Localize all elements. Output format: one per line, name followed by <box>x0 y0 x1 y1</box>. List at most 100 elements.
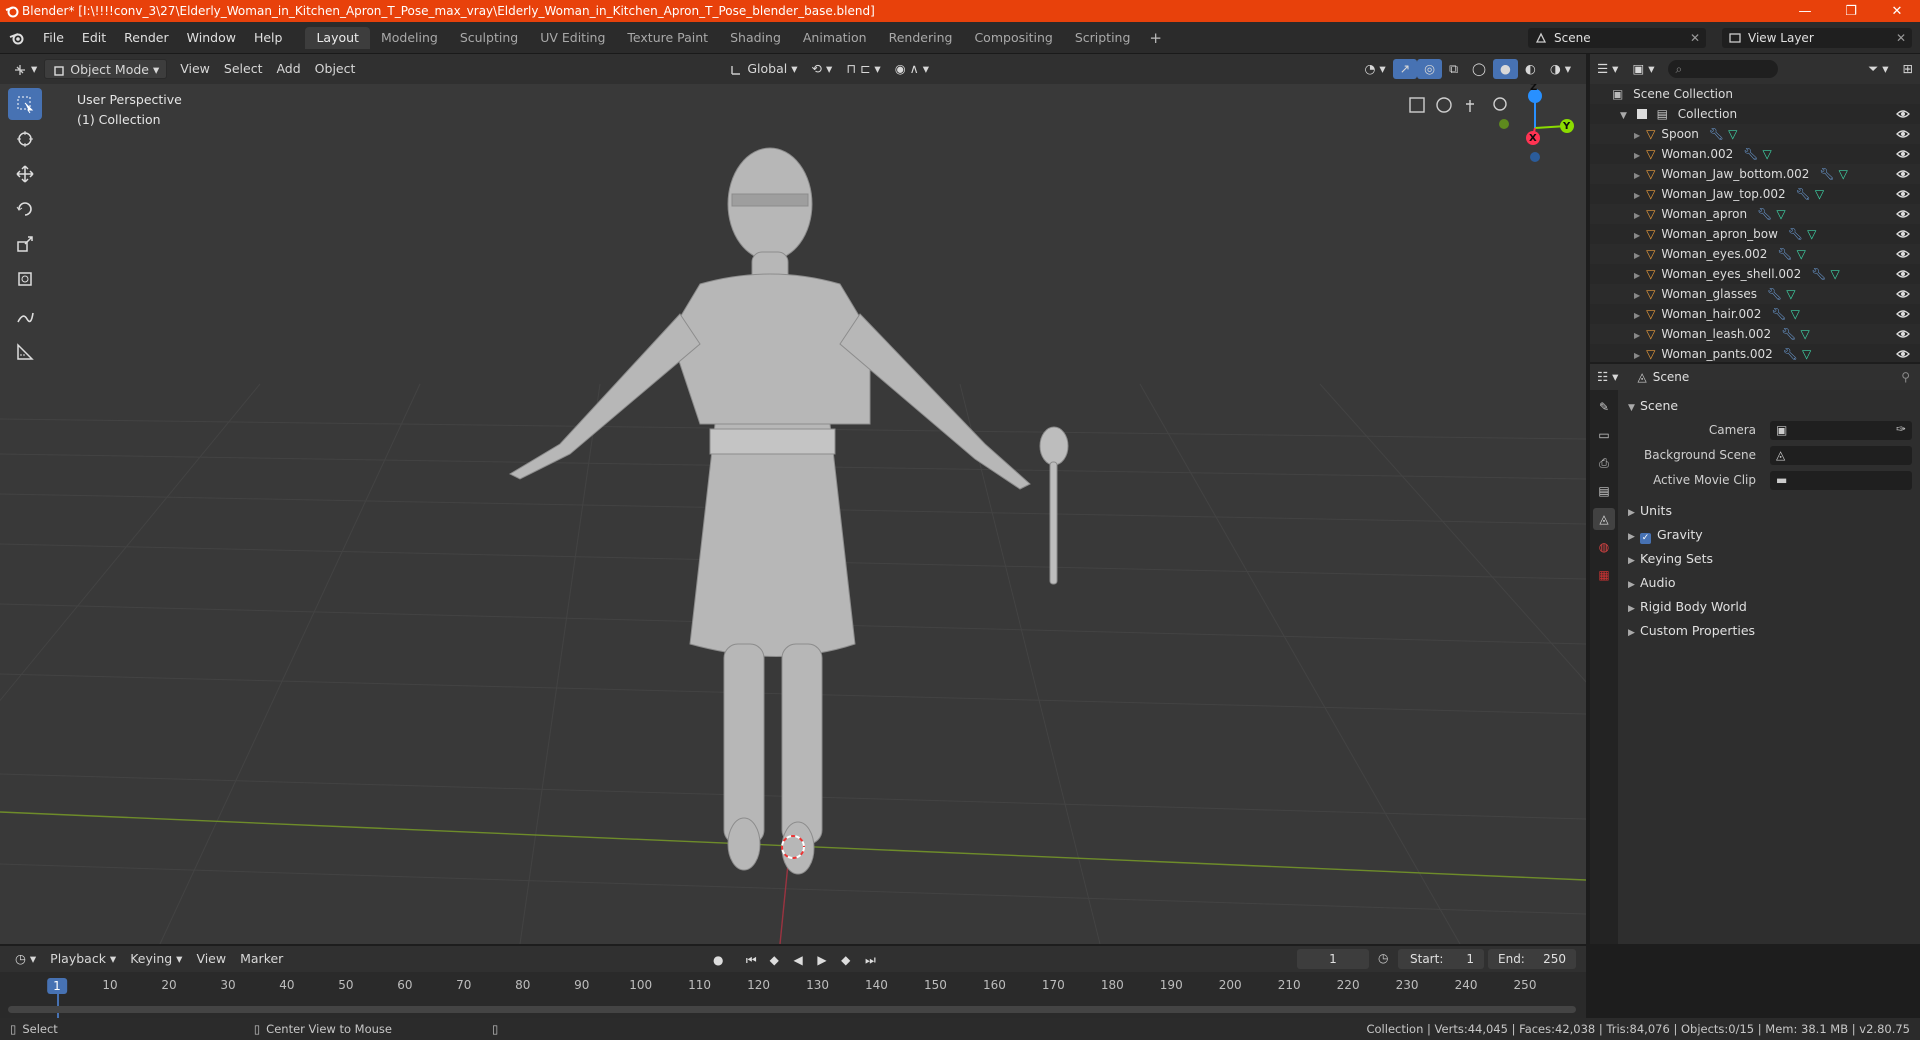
start-frame-field[interactable]: Start: 1 <box>1398 949 1484 969</box>
outliner-object-row[interactable]: ▶ ▽ Woman_glasses 🔧︎ ▽ <box>1590 284 1920 304</box>
menu-help[interactable]: Help <box>245 27 292 49</box>
mesh-data-icon[interactable]: ▽ <box>1800 327 1809 341</box>
play-reverse-icon[interactable]: ◀ <box>793 953 807 967</box>
scene-selector[interactable]: Scene ✕ <box>1528 28 1706 48</box>
jump-end-icon[interactable]: ⏭ <box>865 953 879 967</box>
expand-icon[interactable]: ▶ <box>1634 351 1640 360</box>
outliner-object-row[interactable]: ▶ ▽ Woman_apron_bow 🔧︎ ▽ <box>1590 224 1920 244</box>
outliner-search-input[interactable]: ⌕ <box>1667 60 1778 78</box>
record-icon[interactable]: ● <box>713 953 727 967</box>
stopwatch-icon[interactable]: ◷ <box>1378 951 1388 965</box>
menu-select[interactable]: Select <box>217 59 270 79</box>
menu-render[interactable]: Render <box>115 27 178 49</box>
minimize-button[interactable]: — <box>1782 0 1828 22</box>
mesh-data-icon[interactable]: ▽ <box>1797 247 1806 261</box>
measure-tool[interactable] <box>8 336 42 368</box>
modifier-icon[interactable]: 🔧︎ <box>1788 227 1803 241</box>
mesh-data-icon[interactable]: ▽ <box>1815 187 1824 201</box>
3d-viewport[interactable]: User Perspective (1) Collection Z Y X <box>0 84 1586 944</box>
expand-icon[interactable]: ▶ <box>1634 211 1640 220</box>
snap-icon[interactable]: ⊓ ⊏ ▾ <box>839 59 887 79</box>
modifier-icon[interactable]: 🔧︎ <box>1743 147 1758 161</box>
outliner-object-row[interactable]: ▶ ▽ Woman_eyes.002 🔧︎ ▽ <box>1590 244 1920 264</box>
play-icon[interactable]: ▶ <box>817 953 831 967</box>
expand-icon[interactable]: ▶ <box>1634 291 1640 300</box>
background-scene-field[interactable]: ◬ <box>1770 446 1912 465</box>
eye-icon[interactable] <box>1896 127 1910 141</box>
outliner-object-row[interactable]: ▶ ▽ Woman_apron 🔧︎ ▽ <box>1590 204 1920 224</box>
new-collection-icon[interactable]: ⊞ <box>1896 59 1920 79</box>
modifier-icon[interactable]: 🔧︎ <box>1811 267 1826 281</box>
modifier-icon[interactable]: 🔧︎ <box>1777 247 1792 261</box>
expand-icon[interactable]: ▶ <box>1634 131 1640 140</box>
menu-window[interactable]: Window <box>178 27 245 49</box>
custom-properties-panel[interactable]: ▶ Custom Properties <box>1618 619 1920 643</box>
camera-field[interactable]: ▣ ✑ <box>1770 421 1912 440</box>
eye-icon[interactable] <box>1896 307 1910 321</box>
blender-menu-icon[interactable] <box>0 30 34 46</box>
timeline-body[interactable]: 1 10 20 30 40 50 60 70 80 90 100 110 120 130 140 150 160… <box>0 972 1586 1018</box>
menu-add[interactable]: Add <box>269 59 307 79</box>
cursor-tool[interactable] <box>8 123 42 155</box>
view-layer-close-icon[interactable]: ✕ <box>1896 31 1906 45</box>
tab-uv-editing[interactable]: UV Editing <box>529 27 616 49</box>
tab-compositing[interactable]: Compositing <box>963 27 1063 49</box>
modifier-icon[interactable]: 🔧︎ <box>1771 307 1786 321</box>
overlays-toggle-icon[interactable]: ◎ <box>1417 59 1443 79</box>
restore-button[interactable]: ❐ <box>1828 0 1874 22</box>
collection-checkbox[interactable] <box>1636 109 1647 119</box>
outliner-object-row[interactable]: ▶ ▽ Woman_pants.002 🔧︎ ▽ <box>1590 344 1920 362</box>
menu-timeline-view[interactable]: View <box>189 949 233 969</box>
close-button[interactable]: ✕ <box>1874 0 1920 22</box>
transform-tool[interactable] <box>8 263 42 295</box>
modifier-icon[interactable]: 🔧︎ <box>1781 327 1796 341</box>
outliner-object-row[interactable]: ▶ ▽ Woman.002 🔧︎ ▽ <box>1590 144 1920 164</box>
menu-marker[interactable]: Marker <box>233 949 290 969</box>
units-panel[interactable]: ▶ Units <box>1618 499 1920 523</box>
modifier-icon[interactable]: 🔧︎ <box>1783 347 1798 361</box>
eye-icon[interactable] <box>1896 107 1910 121</box>
collection-expand-icon[interactable]: ▼ <box>1620 111 1627 121</box>
mesh-data-icon[interactable]: ▽ <box>1831 267 1840 281</box>
mesh-data-icon[interactable]: ▽ <box>1791 307 1800 321</box>
expand-icon[interactable]: ▶ <box>1634 191 1640 200</box>
expand-icon[interactable]: ▶ <box>1634 231 1640 240</box>
tab-scripting[interactable]: Scripting <box>1064 27 1142 49</box>
expand-icon[interactable]: ▶ <box>1634 251 1640 260</box>
shading-solid-icon[interactable]: ● <box>1493 59 1518 79</box>
spoon-model[interactable] <box>1039 426 1069 585</box>
gravity-checkbox[interactable]: ✓ <box>1640 533 1651 544</box>
annotate-tool[interactable] <box>8 301 42 333</box>
expand-icon[interactable]: ▶ <box>1634 331 1640 340</box>
expand-icon[interactable]: ▶ <box>1634 151 1640 160</box>
eye-icon[interactable] <box>1896 147 1910 161</box>
tool-tab-icon[interactable]: ✎ <box>1593 396 1615 418</box>
menu-object[interactable]: Object <box>308 59 363 79</box>
display-mode-icon[interactable]: ▣ ▾ <box>1625 59 1661 79</box>
outliner-editor-type-icon[interactable]: ☰ ▾ <box>1590 59 1625 79</box>
tab-shading[interactable]: Shading <box>719 27 792 49</box>
modifier-icon[interactable]: 🔧︎ <box>1757 207 1772 221</box>
current-frame-field[interactable]: 1 <box>1297 949 1369 969</box>
character-model[interactable] <box>508 147 1031 875</box>
jump-start-icon[interactable]: ⏮ <box>746 953 760 967</box>
scene-close-icon[interactable]: ✕ <box>1690 31 1700 45</box>
pivot-icon[interactable]: ⟲ ▾ <box>805 59 840 79</box>
end-frame-field[interactable]: End: 250 <box>1488 949 1576 969</box>
outliner-object-row[interactable]: ▶ ▽ Spoon 🔧︎ ▽ <box>1590 124 1920 144</box>
mesh-data-icon[interactable]: ▽ <box>1776 207 1785 221</box>
visibility-icon[interactable]: ◔ ▾ <box>1358 59 1393 79</box>
modifier-icon[interactable]: 🔧︎ <box>1709 127 1724 141</box>
timeline-editor-type-icon[interactable]: ◷ ▾ <box>8 949 43 969</box>
scale-tool[interactable] <box>8 228 42 260</box>
next-keyframe-icon[interactable]: ◆ <box>841 953 855 967</box>
texture-tab-icon[interactable]: ▦ <box>1593 564 1615 586</box>
modifier-icon[interactable]: 🔧︎ <box>1819 167 1834 181</box>
eye-icon[interactable] <box>1896 187 1910 201</box>
add-workspace-icon[interactable]: + <box>1141 27 1170 49</box>
view-layer-tab-icon[interactable]: ▤ <box>1593 480 1615 502</box>
tab-rendering[interactable]: Rendering <box>878 27 964 49</box>
output-tab-icon[interactable]: ⎙ <box>1593 452 1615 474</box>
scene-collection-row[interactable]: ▣ Scene Collection <box>1590 84 1920 104</box>
outliner-object-row[interactable]: ▶ ▽ Woman_hair.002 🔧︎ ▽ <box>1590 304 1920 324</box>
